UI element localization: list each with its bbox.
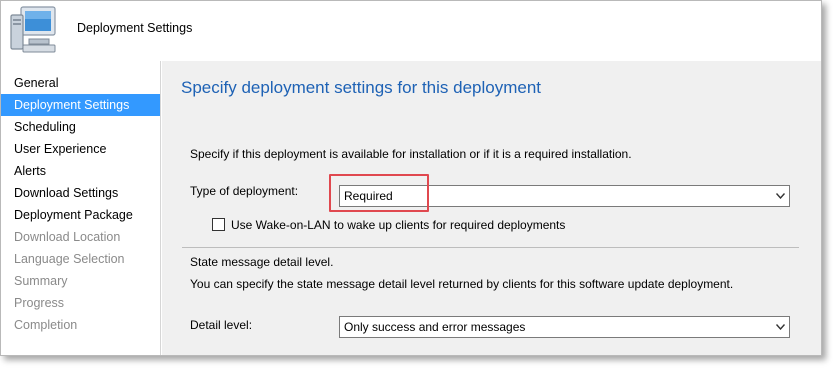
- sidebar-item-download-settings[interactable]: Download Settings: [1, 182, 160, 204]
- sidebar-item-user-experience[interactable]: User Experience: [1, 138, 160, 160]
- detail-level-label: Detail level:: [190, 318, 253, 332]
- page-heading: Specify deployment settings for this dep…: [181, 78, 542, 97]
- chevron-down-icon: [776, 193, 785, 199]
- sidebar-item-deployment-package[interactable]: Deployment Package: [1, 204, 160, 226]
- sidebar-item-deployment-settings[interactable]: Deployment Settings: [1, 94, 160, 116]
- chevron-down-icon: [776, 324, 785, 330]
- page-content: Specify deployment settings for this dep…: [162, 61, 821, 355]
- detail-level-value: Only success and error messages: [344, 320, 526, 334]
- wake-on-lan-label: Use Wake-on-LAN to wake up clients for r…: [231, 218, 566, 232]
- computer-icon: [10, 6, 56, 53]
- sidebar-item-general[interactable]: General: [1, 72, 160, 94]
- wizard-nav: General Deployment Settings Scheduling User…: [1, 61, 161, 355]
- section-divider: [182, 247, 799, 248]
- intro-text: Specify if this deployment is available …: [190, 147, 632, 161]
- sidebar-item-progress: Progress: [14, 296, 65, 310]
- wizard-title: Deployment Settings: [77, 21, 193, 35]
- sidebar-item-completion: Completion: [14, 318, 78, 332]
- sidebar-item-language-selection: Language Selection: [14, 252, 125, 266]
- detail-level-select[interactable]: Only success and error messages: [339, 316, 790, 338]
- deployment-wizard-window: Deployment Settings General Deployment Se…: [0, 0, 822, 356]
- sidebar-item-summary: Summary: [14, 274, 68, 288]
- wake-on-lan-checkbox[interactable]: [212, 218, 225, 231]
- state-message-heading: State message detail level.: [190, 255, 334, 269]
- sidebar-item-scheduling[interactable]: Scheduling: [1, 116, 160, 138]
- sidebar-item-alerts[interactable]: Alerts: [1, 160, 160, 182]
- nav-top-spacer: [1, 61, 160, 72]
- sidebar-item-download-location: Download Location: [14, 230, 121, 244]
- wizard-header: Deployment Settings: [1, 1, 821, 61]
- highlight-box: [329, 174, 429, 212]
- state-message-description: You can specify the state message detail…: [190, 277, 734, 291]
- deployment-type-label: Type of deployment:: [190, 184, 299, 198]
